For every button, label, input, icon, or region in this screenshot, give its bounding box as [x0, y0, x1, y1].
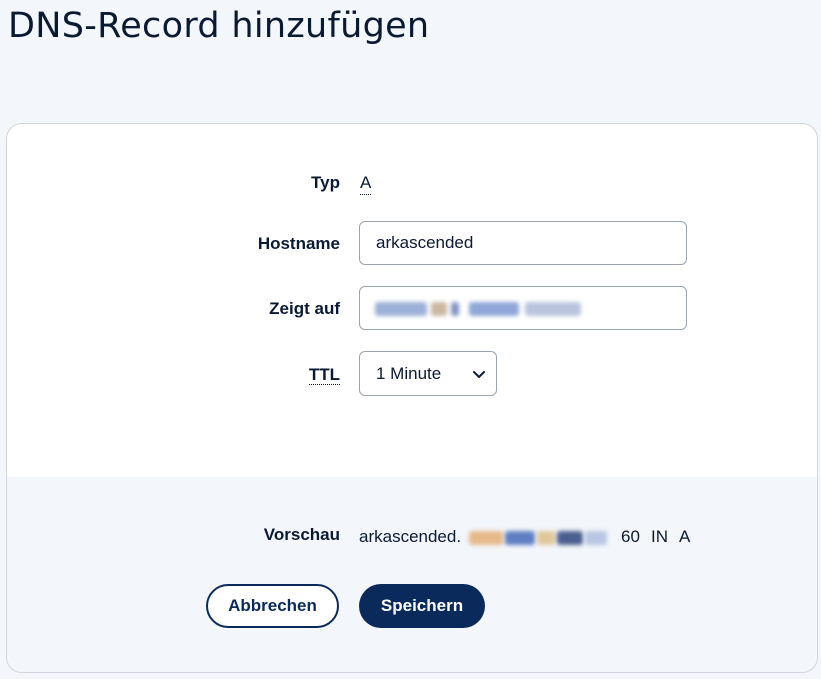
points-to-label: Zeigt auf: [269, 299, 340, 318]
ttl-label: TTL: [7, 365, 340, 385]
preview-class: IN: [651, 527, 668, 546]
page-title: DNS-Record hinzufügen: [8, 6, 430, 46]
type-label-text: Typ: [311, 173, 340, 192]
preview-label: Vorschau: [263, 525, 340, 544]
form-footer: [7, 477, 817, 672]
preview-host: arkascended.: [359, 527, 462, 546]
preview-ttl: 60: [621, 527, 640, 546]
preview-type: A: [679, 527, 691, 546]
hostname-label: Hostname: [257, 234, 340, 253]
ttl-select[interactable]: 1 Minute: [359, 351, 497, 396]
ttl-select-value: 1 Minute: [376, 363, 442, 383]
points-to-redacted-value: [375, 302, 587, 316]
ttl-label-text: TTL: [308, 365, 340, 385]
cancel-button[interactable]: Abbrechen: [206, 584, 339, 628]
type-value: A: [360, 173, 372, 195]
save-button[interactable]: Speichern: [359, 584, 485, 628]
chevron-down-icon: [472, 367, 486, 381]
preview-redacted-domain: [469, 531, 609, 545]
type-label: Typ: [7, 173, 340, 193]
hostname-input[interactable]: [359, 221, 687, 265]
dns-record-form-card: Typ A Hostname Zeigt auf TTL 1 Minute Vo…: [6, 123, 818, 673]
